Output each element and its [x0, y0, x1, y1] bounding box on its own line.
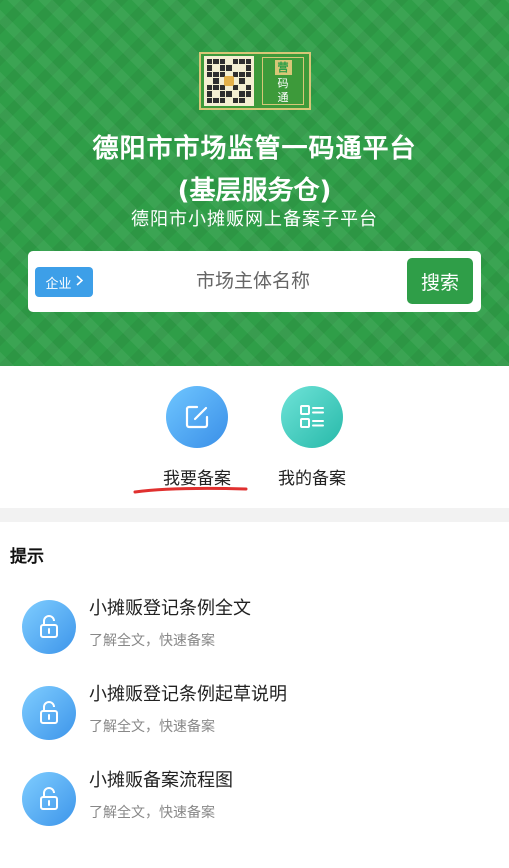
search-input[interactable] — [108, 261, 398, 301]
search-type-select[interactable]: 企业 — [35, 267, 93, 297]
logo-char: 营 — [274, 59, 292, 75]
list-item-title: 小摊贩登记条例起草说明 — [89, 684, 287, 705]
logo-char: 码 — [277, 76, 289, 90]
page-title: 德阳市市场监管一码通平台 — [92, 134, 417, 164]
logo-char: 通 — [277, 90, 289, 104]
lock-icon — [22, 772, 76, 826]
search-bar: 企业 搜索 — [28, 251, 481, 312]
header-banner: 营 码 通 德阳市市场监管一码通平台 (基层服务仓) 德阳市小摊贩网上备案子平台… — [0, 0, 509, 366]
shortcut-register[interactable]: 我要备案 — [147, 386, 247, 489]
shortcut-my-records[interactable]: 我的备案 — [262, 386, 362, 489]
search-button[interactable]: 搜索 — [407, 258, 473, 304]
list-item[interactable]: 小摊贩登记条例起草说明 了解全文，快速备案 — [0, 680, 509, 760]
shortcut-panel: 我要备案 我的备案 — [0, 366, 509, 508]
list-icon — [281, 386, 343, 448]
qr-code-icon — [204, 56, 254, 106]
red-underline-annotation — [133, 486, 248, 494]
platform-logo: 营 码 通 — [199, 52, 311, 110]
list-item-desc: 了解全文，快速备案 — [89, 719, 215, 735]
tips-title: 提示 — [10, 547, 44, 567]
list-item-title: 小摊贩备案流程图 — [89, 770, 233, 791]
list-item-desc: 了解全文，快速备案 — [89, 633, 215, 649]
tips-section: 提示 小摊贩登记条例全文 了解全文，快速备案 小摊贩登记条例起草说明 了解全文，… — [0, 522, 509, 868]
logo-text: 营 码 通 — [262, 57, 304, 105]
list-item-title: 小摊贩登记条例全文 — [89, 598, 251, 619]
page-subtitle: 德阳市小摊贩网上备案子平台 — [131, 209, 378, 230]
search-type-label: 企业 — [45, 276, 72, 292]
list-item-desc: 了解全文，快速备案 — [89, 805, 215, 821]
page-title-sub: (基层服务仓) — [177, 176, 332, 206]
edit-icon — [166, 386, 228, 448]
lock-icon — [22, 686, 76, 740]
shortcut-label: 我的备案 — [278, 469, 346, 489]
lock-icon — [22, 600, 76, 654]
chevron-right-icon — [75, 274, 83, 290]
list-item[interactable]: 小摊贩登记条例全文 了解全文，快速备案 — [0, 594, 509, 674]
list-item[interactable]: 小摊贩备案流程图 了解全文，快速备案 — [0, 766, 509, 846]
